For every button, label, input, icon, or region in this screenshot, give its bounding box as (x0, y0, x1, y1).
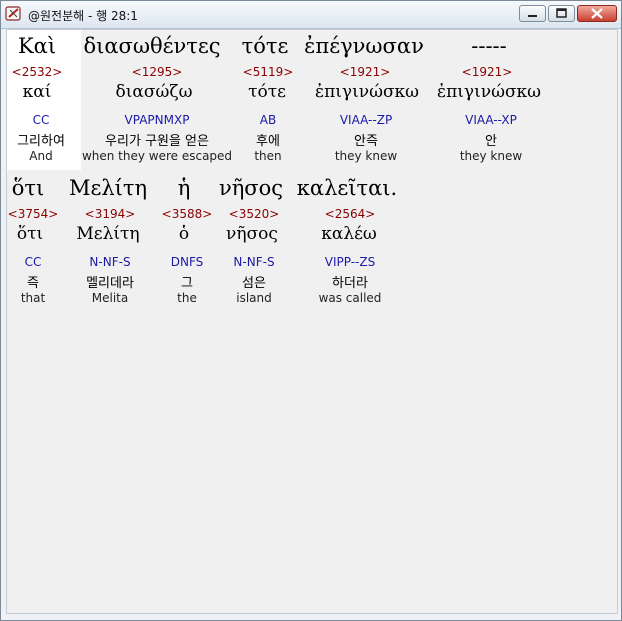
minimize-button[interactable] (519, 5, 546, 22)
parsing-code: CC (24, 255, 42, 269)
minimize-icon (528, 15, 537, 17)
greek-word: διασωθέντες (83, 34, 221, 58)
word-column[interactable]: Μελίτη (69, 176, 147, 200)
korean-gloss: 멜리데라 (86, 276, 134, 291)
parsing-code: DNFS (170, 255, 204, 269)
strong-number: <3194> (84, 207, 136, 221)
english-gloss: then (254, 149, 282, 163)
greek-word: καλεῖται. (296, 176, 398, 200)
strong-number: <2564> (324, 207, 376, 221)
word-column[interactable]: νῆσος (219, 176, 283, 200)
korean-gloss: 그리하여 (17, 134, 65, 149)
close-button[interactable] (577, 5, 617, 22)
english-gloss: they knew (459, 149, 523, 163)
parsing-code: VPAPNMXP (124, 113, 190, 127)
strong-number: <3520> (228, 207, 280, 221)
parsing-code: CC (32, 113, 50, 127)
lemma: διασώζω (115, 82, 193, 102)
lemma: ὅτι (16, 224, 44, 244)
parsing-content: Καὶ διασωθέντες τότε ἐπέγνωσαν ----- <25… (6, 29, 618, 614)
strong-number: <1921> (461, 65, 513, 79)
lemma: ὁ (178, 224, 190, 244)
english-gloss: they knew (334, 149, 398, 163)
korean-gloss: 즉 (27, 276, 39, 291)
strong-number: <2532> (11, 65, 63, 79)
word-column[interactable]: ἡ (178, 176, 191, 200)
greek-word: Μελίτη (68, 176, 148, 200)
lemma: καλέω (321, 224, 377, 244)
parsing-code: AB (259, 113, 277, 127)
korean-gloss: 안즉 (354, 134, 378, 149)
greek-word: τότε (241, 34, 289, 58)
strong-number: <1921> (339, 65, 391, 79)
english-gloss: island (236, 291, 272, 305)
word-column[interactable]: διασωθέντες (83, 34, 220, 58)
english-gloss: Melita (91, 291, 129, 305)
korean-gloss: 후에 (256, 134, 280, 149)
parsing-code: VIPP--ZS (324, 255, 376, 269)
parsing-code: VIAA--XP (465, 113, 517, 127)
parsing-code: VIAA--ZP (339, 113, 393, 127)
korean-gloss: 하더라 (332, 276, 368, 291)
maximize-icon (556, 8, 567, 18)
title-bar[interactable]: @원전분해 - 행 28:1 (1, 1, 621, 29)
greek-word: νῆσος (218, 176, 284, 200)
korean-gloss: 그 (181, 276, 193, 291)
lemma: καί (22, 82, 52, 102)
english-gloss: the (177, 291, 197, 305)
window-title: @원전분해 - 행 28:1 (28, 9, 138, 23)
lemma: ἐπιγινώσκω (436, 82, 542, 102)
word-column[interactable]: καλεῖται. (297, 176, 397, 200)
lemma: ἐπιγινώσκω (314, 82, 420, 102)
strong-number: <1295> (131, 65, 183, 79)
korean-gloss: 안 (485, 134, 497, 149)
word-column[interactable]: ----- (471, 34, 506, 58)
strong-number: <3588> (161, 207, 213, 221)
greek-word: ἐπέγνωσαν (304, 34, 424, 58)
english-gloss: that (20, 291, 46, 305)
strong-number: <5119> (242, 65, 294, 79)
english-gloss: when they were escaped (81, 149, 233, 163)
greek-word: ἡ (177, 176, 191, 200)
english-gloss: was called (318, 291, 382, 305)
korean-gloss: 섬은 (242, 276, 266, 291)
maximize-button[interactable] (548, 5, 575, 22)
parsing-code: N-NF-S (89, 255, 131, 269)
korean-gloss: 우리가 구원을 얻은 (105, 134, 209, 149)
greek-word: ----- (471, 34, 507, 58)
word-column[interactable]: ὅτι (12, 176, 45, 200)
strong-number: <3754> (7, 207, 59, 221)
app-window: @원전분해 - 행 28:1 Καὶ διασωθέντες τότε ἐπέγ… (0, 0, 622, 621)
lemma: νῆσος (226, 224, 278, 244)
parsing-code: N-NF-S (233, 255, 275, 269)
english-gloss: And (29, 149, 53, 163)
greek-word: Καὶ (17, 34, 57, 58)
greek-word: ὅτι (11, 176, 45, 200)
word-column[interactable]: τότε (242, 34, 289, 58)
app-icon (5, 6, 21, 21)
close-icon (591, 8, 603, 19)
lemma: τότε (248, 82, 286, 102)
lemma: Μελίτη (76, 224, 140, 244)
word-column[interactable]: Καὶ (18, 34, 56, 58)
word-column[interactable]: ἐπέγνωσαν (304, 34, 424, 58)
